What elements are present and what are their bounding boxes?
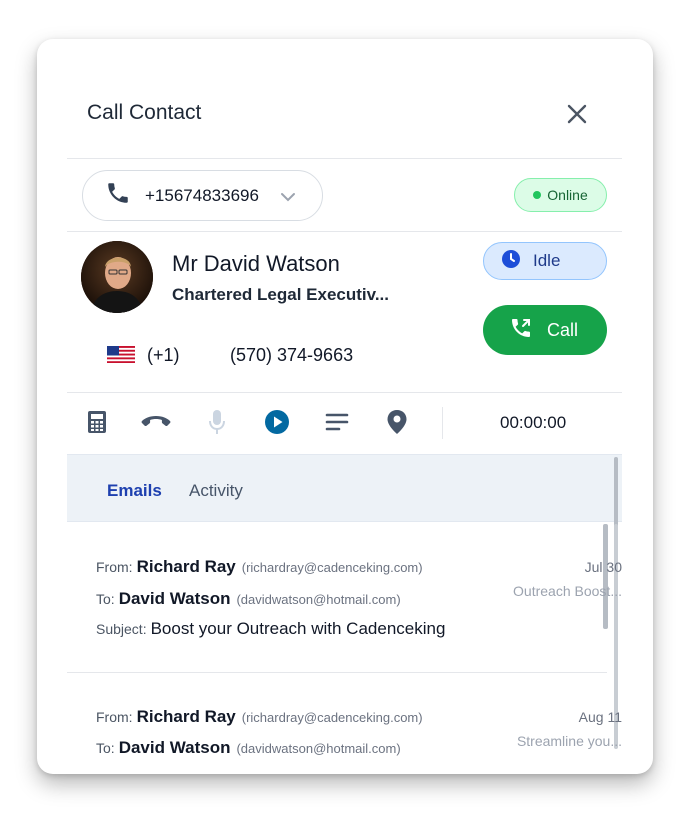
email-from-line: From: Richard Ray (richardray@cadenceking.…	[96, 707, 423, 727]
contact-name: Mr David Watson	[172, 251, 340, 276]
us-flag-icon	[107, 346, 135, 363]
online-status-label: Online	[547, 187, 588, 203]
from-name: Richard Ray	[136, 557, 236, 576]
email-date: Aug 11	[578, 709, 622, 725]
email-from-line: From: Richard Ray (richardray@cadenceking.…	[96, 557, 423, 577]
from-address: (richardray@cadenceking.com)	[241, 710, 423, 725]
tab-emails[interactable]: Emails	[107, 481, 162, 501]
dialog-title: Call Contact	[87, 101, 202, 124]
email-snippet: Streamline you...	[516, 733, 622, 749]
dialpad-icon[interactable]	[84, 409, 110, 435]
contact-job-title: Chartered Legal Executiv...	[172, 285, 389, 304]
email-snippet: Outreach Boost...	[513, 583, 622, 599]
divider	[67, 672, 607, 673]
to-name: David Watson	[118, 589, 231, 608]
call-button[interactable]: Call	[483, 305, 607, 355]
email-list-item[interactable]: From: Richard Ray (richardray@cadenceking.…	[67, 707, 622, 774]
status-dot-icon	[533, 191, 542, 199]
to-label: To:	[96, 740, 115, 756]
from-address: (richardray@cadenceking.com)	[241, 560, 423, 575]
from-label: From:	[96, 559, 133, 575]
to-label: To:	[96, 591, 115, 607]
call-label: Call	[547, 319, 579, 340]
location-pin-icon[interactable]	[384, 409, 410, 435]
email-list-item[interactable]: From: Richard Ray (richardray@cadenceking.…	[67, 557, 622, 657]
clock-icon	[501, 249, 521, 274]
phone-icon	[105, 180, 131, 211]
from-label: From:	[96, 709, 133, 725]
chevron-down-icon	[279, 188, 297, 211]
notes-icon[interactable]	[324, 409, 350, 435]
email-date: Jul 30	[584, 559, 622, 575]
divider	[67, 158, 622, 159]
close-icon[interactable]	[564, 101, 590, 127]
divider	[67, 231, 622, 232]
call-contact-dialog: Call Contact +15674833696 Online Mr Davi…	[37, 39, 653, 774]
caller-id-select[interactable]: +15674833696	[82, 170, 323, 221]
email-subject-line: Subject: Boost your Outreach with Cadence…	[96, 619, 445, 639]
hang-up-icon[interactable]	[139, 409, 173, 435]
play-recording-icon[interactable]	[264, 409, 290, 435]
to-address: (davidwatson@hotmail.com)	[236, 741, 401, 756]
tab-activity[interactable]: Activity	[189, 481, 243, 501]
email-subject: Boost your Outreach with Cadenceking	[150, 619, 446, 638]
email-to-line: To: David Watson (davidwatson@hotmail.com)	[96, 738, 401, 758]
divider	[67, 392, 622, 393]
email-to-line: To: David Watson (davidwatson@hotmail.com)	[96, 589, 401, 609]
subject-label: Subject:	[96, 621, 147, 637]
contact-phone-number[interactable]: (570) 374-9663	[230, 345, 353, 366]
call-timer: 00:00:00	[500, 413, 567, 432]
idle-label: Idle	[533, 251, 561, 270]
country-code: (+1)	[147, 345, 180, 365]
caller-id-number: +15674833696	[145, 185, 259, 205]
to-name: David Watson	[118, 738, 231, 757]
tab-bar: Emails Activity	[67, 454, 622, 522]
from-name: Richard Ray	[136, 707, 236, 726]
avatar	[81, 241, 153, 313]
phone-outgoing-icon	[509, 316, 533, 345]
microphone-icon[interactable]	[204, 409, 230, 435]
idle-status-button[interactable]: Idle	[483, 242, 607, 280]
online-status-badge: Online	[514, 178, 607, 212]
toolbar-separator	[442, 407, 443, 439]
to-address: (davidwatson@hotmail.com)	[236, 592, 401, 607]
